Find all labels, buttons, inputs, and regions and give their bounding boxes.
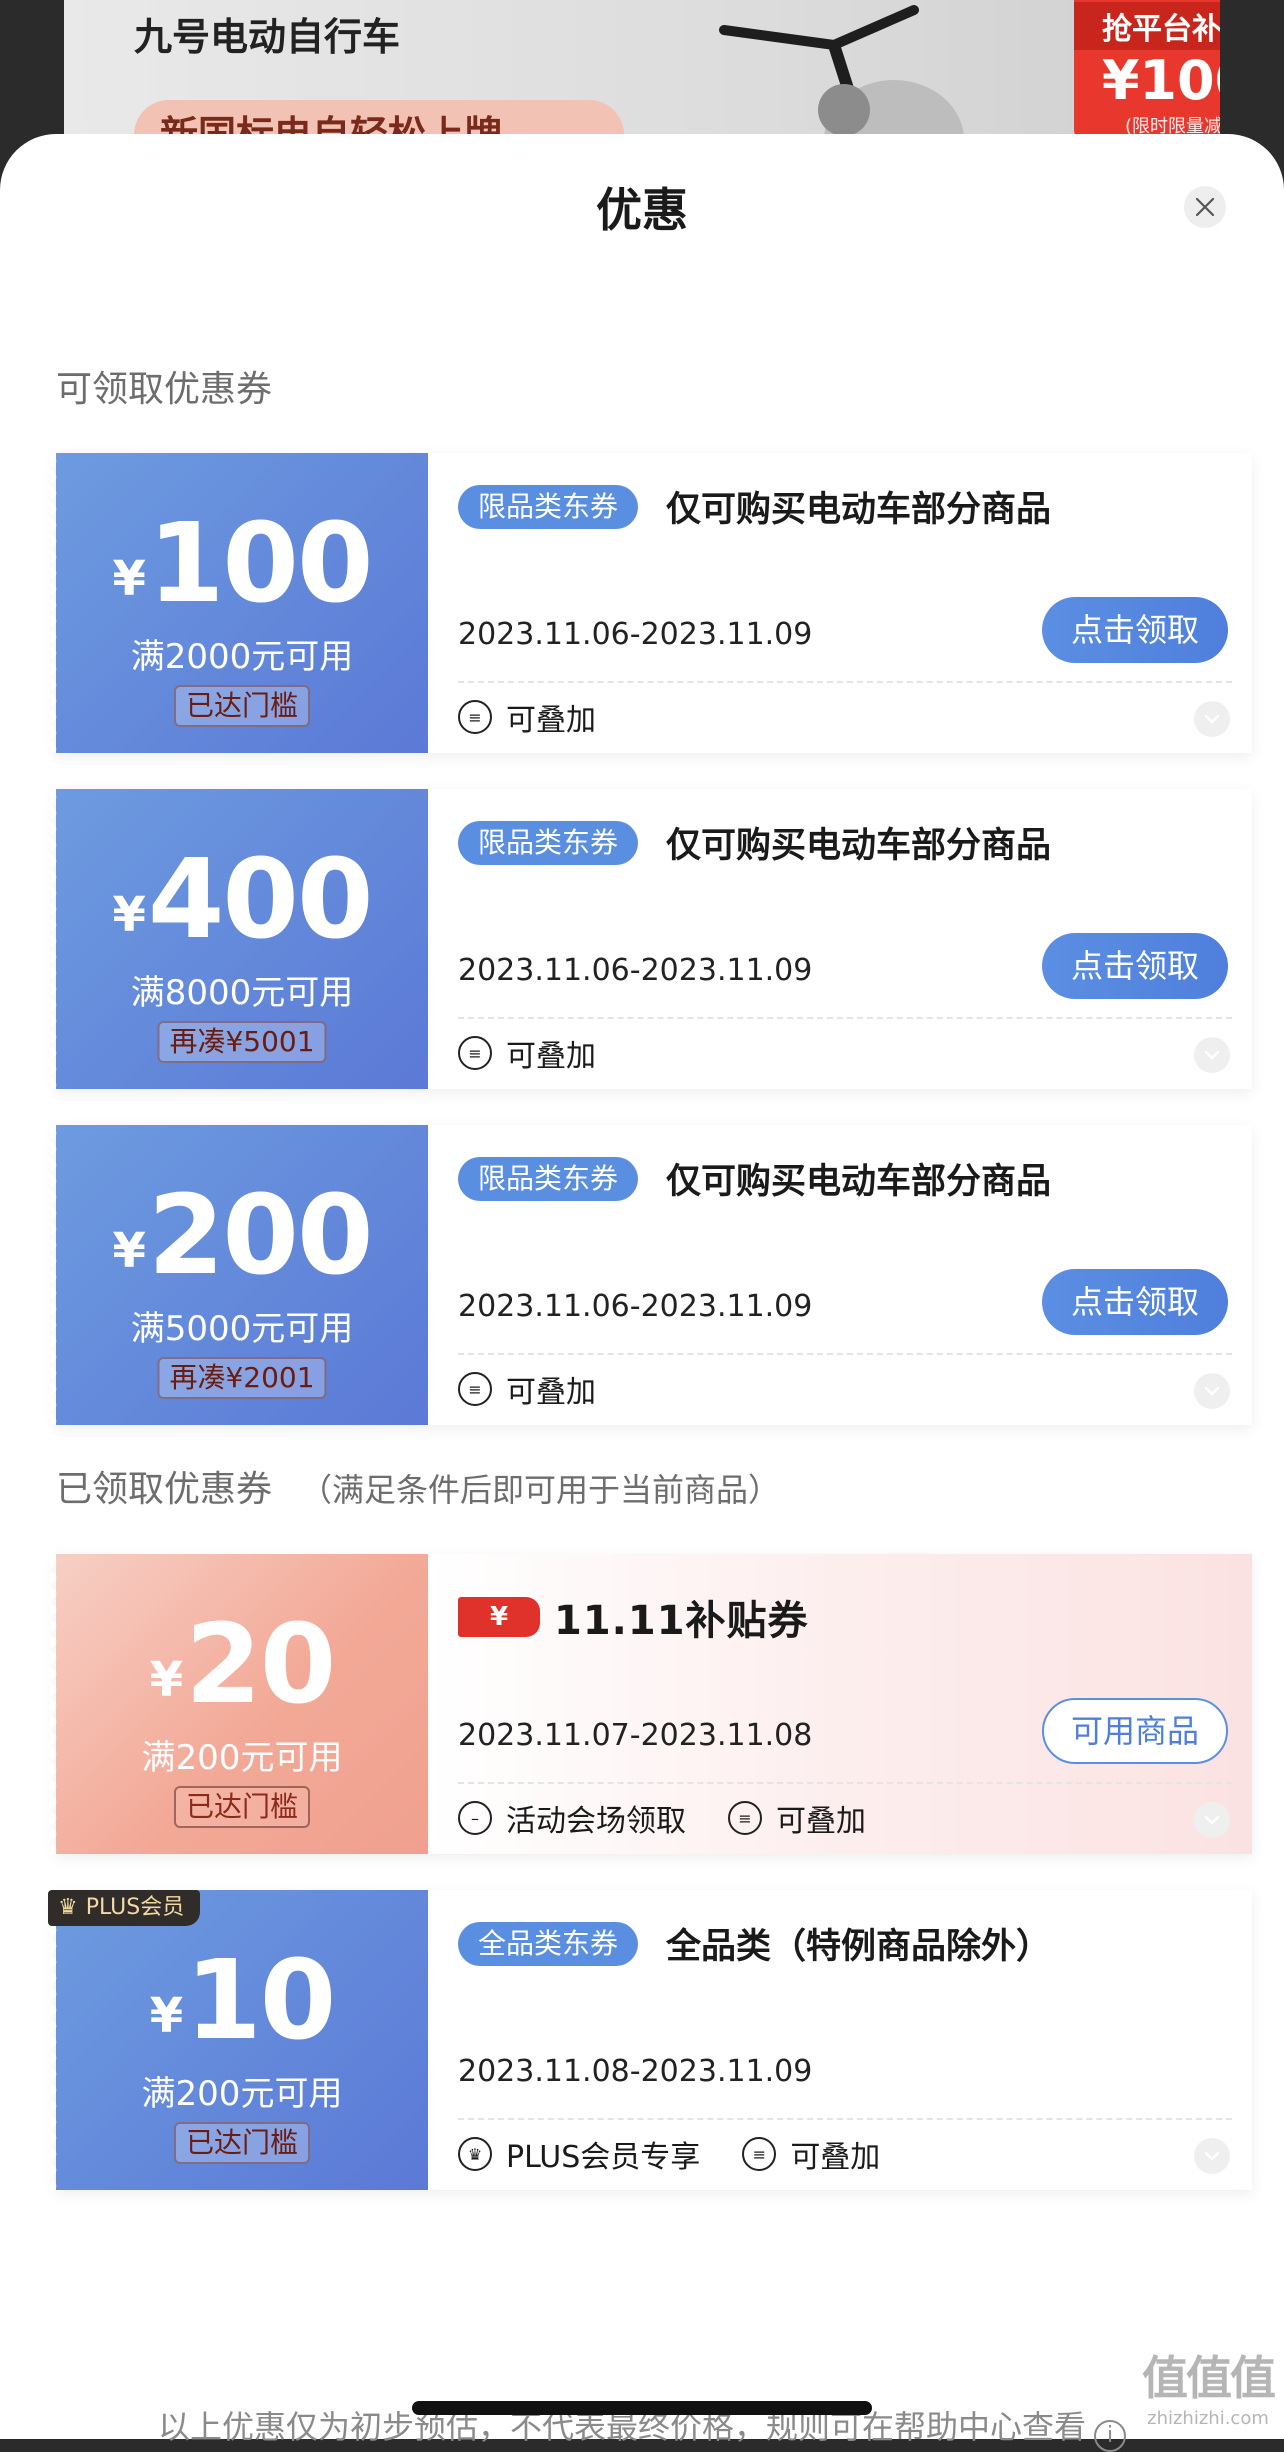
coupon-threshold: 满200元可用 <box>141 1738 343 1778</box>
stack-icon: ≡ <box>728 1801 762 1835</box>
coupon-value-panel: ¥100 满2000元可用 已达门槛 <box>50 453 428 753</box>
coupon-threshold: 满5000元可用 <box>130 1309 354 1349</box>
coupon-amount: ¥400 <box>112 835 373 963</box>
coupon-amount: ¥20 <box>149 1600 336 1728</box>
stack-icon: ≡ <box>458 1036 492 1070</box>
coupon-details: 限品类东券 仅可购买电动车部分商品 2023.11.06-2023.11.09 … <box>428 453 1252 753</box>
subsidy-coupon-label: 11.11补贴券 <box>554 1598 809 1644</box>
coupon-details: ¥ 11.11补贴券 2023.11.07-2023.11.08 可用商品 – … <box>428 1554 1252 1854</box>
claimed-coupons-note: （满足条件后即可用于当前商品） <box>300 1471 781 1509</box>
claim-coupon-button[interactable]: 点击领取 <box>1042 1269 1228 1335</box>
available-coupons-heading: 可领取优惠券 <box>56 369 273 410</box>
coupon-value-panel: ¥10 满200元可用 已达门槛 <box>50 1890 428 2190</box>
coupon-date-range: 2023.11.07-2023.11.08 <box>458 1718 813 1753</box>
venue-claim-feature: – 活动会场领取 <box>458 1796 686 1840</box>
coupon-card: ¥200 满5000元可用 再凑¥2001 限品类东券 仅可购买电动车部分商品 … <box>50 1125 1252 1425</box>
expand-chevron-icon[interactable] <box>1194 1802 1230 1838</box>
coupon-details: 限品类东券 仅可购买电动车部分商品 2023.11.06-2023.11.09 … <box>428 1125 1252 1425</box>
coupon-category-tag: 全品类东券 <box>458 1922 639 1966</box>
coupon-status-tag: 已达门槛 <box>173 2122 311 2164</box>
coupon-value-panel: ¥400 满8000元可用 再凑¥5001 <box>50 789 428 1089</box>
expand-chevron-icon[interactable] <box>1194 701 1230 737</box>
coupon-details: 全品类东券 全品类（特例商品除外） 2023.11.08-2023.11.09 … <box>428 1890 1252 2190</box>
coupon-sheet: 优惠 可领取优惠券 ¥100 满2000元可用 已达门槛 限品类东券 仅可购买电… <box>0 134 1284 2452</box>
coupon-threshold: 满200元可用 <box>141 2074 343 2114</box>
coupon-threshold: 满2000元可用 <box>130 637 354 677</box>
watermark: 值值值 zhizhizhi.com <box>1142 2351 1276 2429</box>
coupon-description: 仅可购买电动车部分商品 <box>666 490 1052 530</box>
subsidy-amount: ¥100 <box>1101 49 1220 112</box>
expand-chevron-icon[interactable] <box>1194 1037 1230 1073</box>
coupon-category-tag: 限品类东券 <box>458 1157 639 1201</box>
coupon-date-range: 2023.11.08-2023.11.09 <box>458 2054 813 2089</box>
sheet-title: 优惠 <box>596 183 688 237</box>
stackable-feature: ≡ 可叠加 <box>458 1367 596 1411</box>
stackable-feature: ≡ 可叠加 <box>458 695 596 739</box>
plus-member-badge: ♛ PLUS会员 <box>48 1890 201 1926</box>
coupon-card: ¥10 满200元可用 已达门槛 全品类东券 全品类（特例商品除外） 2023.… <box>50 1890 1252 2190</box>
coupon-date-range: 2023.11.06-2023.11.09 <box>458 1289 813 1324</box>
product-title: 九号电动自行车 <box>134 15 401 59</box>
claim-coupon-button[interactable]: 点击领取 <box>1042 597 1228 663</box>
coupon-amount: ¥100 <box>112 499 373 627</box>
stackable-feature: ≡ 可叠加 <box>458 1031 596 1075</box>
available-products-button[interactable]: 可用商品 <box>1042 1698 1228 1764</box>
coupon-status-tag: 再凑¥2001 <box>157 1357 327 1399</box>
stackable-feature: ≡ 可叠加 <box>728 1796 866 1840</box>
coupon-category-tag: 限品类东券 <box>458 485 639 529</box>
coupon-value-panel: ¥200 满5000元可用 再凑¥2001 <box>50 1125 428 1425</box>
coupon-status-tag: 已达门槛 <box>173 685 311 727</box>
claimed-coupons-heading: 已领取优惠券 （满足条件后即可用于当前商品） <box>56 1469 781 1510</box>
coupon-category-tag: 限品类东券 <box>458 821 639 865</box>
close-icon <box>1195 197 1215 217</box>
stack-icon: ≡ <box>458 700 492 734</box>
coupon-details: 限品类东券 仅可购买电动车部分商品 2023.11.06-2023.11.09 … <box>428 789 1252 1089</box>
coupon-status-tag: 再凑¥5001 <box>157 1021 327 1063</box>
home-indicator[interactable] <box>412 2401 872 2415</box>
subsidy-coupon-badge: ¥ 11.11补贴券 <box>458 1588 809 1646</box>
yen-badge-icon: ¥ <box>458 1597 540 1637</box>
platform-subsidy-badge: 抢平台补贴 ¥100 (限时限量减) <box>1074 0 1220 140</box>
coupon-card: ¥20 满200元可用 已达门槛 ¥ 11.11补贴券 2023.11.07-2… <box>50 1554 1252 1854</box>
coupon-card: ¥100 满2000元可用 已达门槛 限品类东券 仅可购买电动车部分商品 202… <box>50 453 1252 753</box>
stack-icon: ≡ <box>458 1372 492 1406</box>
coupon-card: ¥400 满8000元可用 再凑¥5001 限品类东券 仅可购买电动车部分商品 … <box>50 789 1252 1089</box>
stackable-feature: ≡ 可叠加 <box>742 2132 880 2176</box>
crown-icon: ♛ <box>458 2137 492 2171</box>
expand-chevron-icon[interactable] <box>1194 1373 1230 1409</box>
coupon-status-tag: 已达门槛 <box>173 1786 311 1828</box>
coupon-description: 仅可购买电动车部分商品 <box>666 1162 1052 1202</box>
coupon-amount: ¥200 <box>112 1171 373 1299</box>
coupon-date-range: 2023.11.06-2023.11.09 <box>458 953 813 988</box>
coupon-description: 全品类（特例商品除外） <box>666 1927 1052 1967</box>
venue-icon: – <box>458 1801 492 1835</box>
coupon-threshold: 满8000元可用 <box>130 973 354 1013</box>
plus-exclusive-feature: ♛ PLUS会员专享 <box>458 2132 700 2176</box>
stack-icon: ≡ <box>742 2137 777 2171</box>
crown-icon: ♛ <box>58 1895 78 1920</box>
info-icon[interactable]: i <box>1094 2420 1126 2452</box>
coupon-date-range: 2023.11.06-2023.11.09 <box>458 617 813 652</box>
subsidy-title: 抢平台补贴 <box>1074 2 1220 50</box>
close-button[interactable] <box>1184 186 1226 228</box>
coupon-amount: ¥10 <box>149 1936 336 2064</box>
claim-coupon-button[interactable]: 点击领取 <box>1042 933 1228 999</box>
expand-chevron-icon[interactable] <box>1194 2138 1230 2174</box>
coupon-description: 仅可购买电动车部分商品 <box>666 826 1052 866</box>
coupon-value-panel: ¥20 满200元可用 已达门槛 <box>50 1554 428 1854</box>
